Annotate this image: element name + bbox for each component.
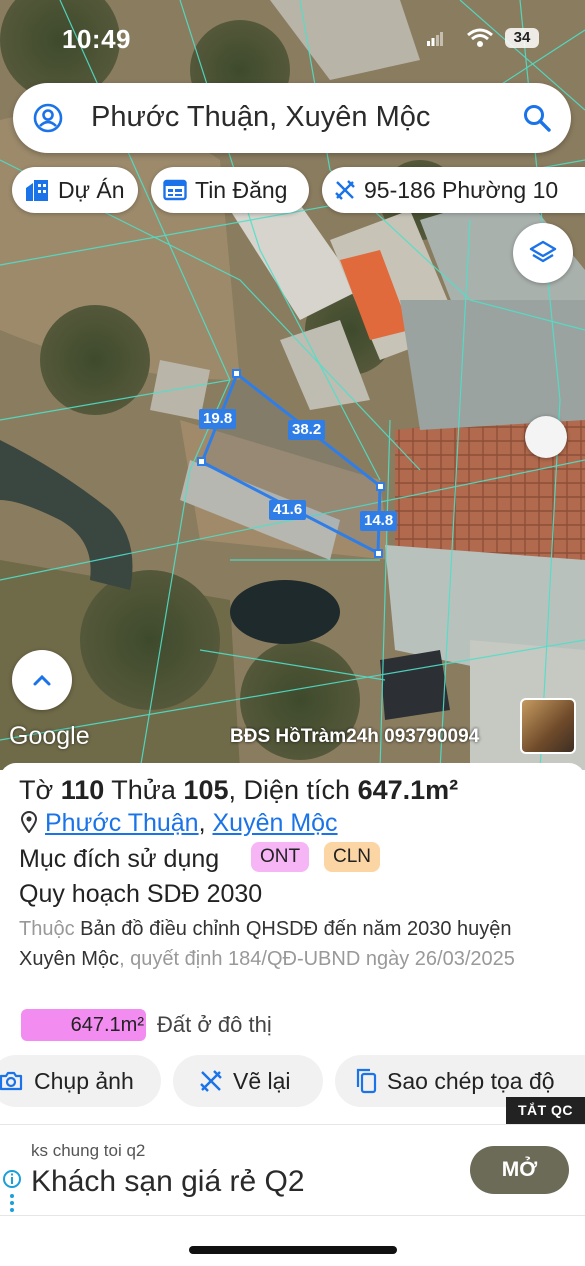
land-use-type: Đất ở đô thị	[157, 1012, 272, 1037]
chip-du-an[interactable]: Dự Án	[12, 167, 138, 213]
parcel-info-sheet: Tờ 110 Thửa 105, Diện tích 647.1m² Phước…	[0, 763, 585, 1123]
area-label: Diện tích	[243, 775, 351, 805]
account-icon[interactable]	[33, 103, 63, 133]
layers-button[interactable]	[513, 223, 573, 283]
wifi-icon	[467, 28, 493, 47]
planning-description: Thuộc Bản đồ điều chỉnh QHSDĐ đến năm 20…	[19, 914, 559, 974]
measure-icon	[335, 180, 355, 200]
planning-belongs: Thuộc	[19, 918, 75, 940]
scroll-handle[interactable]	[525, 416, 567, 458]
district-link[interactable]: Xuyên Mộc	[213, 809, 338, 837]
capture-photo-button[interactable]: Chụp ảnh	[0, 1055, 161, 1107]
planning-title: Quy hoạch SDĐ 2030	[19, 880, 263, 908]
button-label: Chụp ảnh	[34, 1067, 134, 1094]
location-line: Phước Thuận, Xuyên Mộc	[19, 809, 338, 838]
calendar-icon	[163, 179, 187, 201]
ad-info-icon[interactable]	[3, 1170, 21, 1212]
ad-banner[interactable]: ks chung toi q2 Khách sạn giá rẻ Q2 MỞ	[0, 1124, 585, 1216]
redraw-button[interactable]: Vẽ lại	[173, 1055, 323, 1107]
camera-icon	[0, 1071, 23, 1091]
edge-length-label: 41.6	[269, 500, 307, 520]
land-use-area-bar: 647.1m²	[21, 1009, 146, 1041]
battery-indicator: 34	[505, 28, 539, 48]
plot-label: Thửa	[111, 775, 176, 805]
search-input[interactable]: Phước Thuận, Xuyên Mộc	[91, 101, 430, 134]
layers-icon	[529, 240, 557, 263]
button-label: Sao chép tọa độ	[387, 1067, 555, 1094]
copy-icon	[356, 1068, 377, 1094]
watermark-text: BĐS HồTràm24h 093790094	[230, 726, 480, 747]
status-bar: 10:49 34	[0, 0, 585, 70]
planning-decision: , quyết định 184/QĐ-UBND ngày 26/03/2025	[119, 948, 515, 970]
street-view-thumbnail[interactable]	[520, 698, 576, 754]
google-logo: Google	[9, 722, 90, 750]
signal-icon	[427, 32, 443, 46]
home-indicator[interactable]	[189, 1246, 397, 1254]
edge-length-label: 19.8	[199, 409, 237, 429]
area-value: 647.1m²	[357, 775, 459, 805]
chip-label: Tin Đăng	[195, 176, 288, 203]
plot-number: 105	[183, 775, 229, 805]
search-bar[interactable]: Phước Thuận, Xuyên Mộc	[13, 83, 571, 153]
chevron-up-icon	[33, 674, 51, 686]
building-icon	[26, 180, 48, 201]
edge-length-label: 14.8	[360, 511, 398, 531]
purpose-label: Mục đích sử dụng	[19, 845, 220, 873]
ad-open-button[interactable]: MỞ	[470, 1146, 569, 1194]
ad-advertiser: ks chung toi q2	[31, 1141, 146, 1160]
map-view[interactable]: 19.8 38.2 41.6 14.8 10:49 34 Phước Thuận…	[0, 0, 585, 770]
status-time: 10:49	[62, 24, 131, 54]
edge-length-label: 38.2	[288, 420, 326, 440]
ward-link[interactable]: Phước Thuận	[45, 809, 199, 837]
chip-measure[interactable]: 95-186 Phường 10	[322, 167, 585, 213]
sheet-label: Tờ	[19, 775, 54, 805]
ad-headline[interactable]: Khách sạn giá rẻ Q2	[31, 1165, 305, 1199]
parcel-heading: Tờ 110 Thửa 105, Diện tích 647.1m²	[19, 775, 459, 805]
redraw-icon	[200, 1070, 222, 1092]
location-pin-icon	[20, 811, 38, 834]
search-icon[interactable]	[522, 103, 552, 133]
expand-up-button[interactable]	[12, 650, 72, 710]
chip-label: 95-186 Phường 10	[364, 176, 559, 203]
close-ad-button[interactable]: TẮT QC	[506, 1097, 585, 1124]
sheet-number: 110	[60, 775, 105, 805]
chip-tin-dang[interactable]: Tin Đăng	[151, 167, 309, 213]
purpose-badge-cln: CLN	[324, 842, 381, 872]
button-label: Vẽ lại	[233, 1067, 291, 1094]
chip-label: Dự Án	[58, 176, 125, 203]
purpose-badge-ont: ONT	[251, 842, 310, 872]
